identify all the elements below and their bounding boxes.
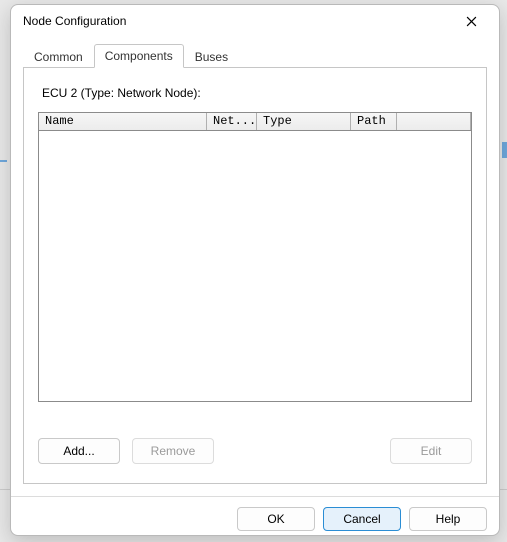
components-grid[interactable]: Name Net... Type Path bbox=[38, 112, 472, 402]
tab-common[interactable]: Common bbox=[23, 45, 94, 68]
close-icon bbox=[466, 16, 477, 27]
dialog-button-bar: OK Cancel Help bbox=[11, 496, 499, 535]
cancel-button[interactable]: Cancel bbox=[323, 507, 401, 531]
help-button[interactable]: Help bbox=[409, 507, 487, 531]
remove-button: Remove bbox=[132, 438, 214, 464]
ok-button[interactable]: OK bbox=[237, 507, 315, 531]
window-title: Node Configuration bbox=[23, 14, 453, 28]
grid-header: Name Net... Type Path bbox=[39, 113, 471, 131]
dialog-window: Node Configuration Common Components Bus… bbox=[10, 4, 500, 536]
column-header-name[interactable]: Name bbox=[39, 113, 207, 130]
tabstrip: Common Components Buses bbox=[23, 43, 487, 67]
close-button[interactable] bbox=[453, 7, 489, 35]
tab-buses[interactable]: Buses bbox=[184, 45, 239, 68]
column-header-net[interactable]: Net... bbox=[207, 113, 257, 130]
panel-button-row: Add... Remove Edit bbox=[38, 438, 472, 464]
grid-body[interactable] bbox=[39, 131, 471, 401]
client-area: Common Components Buses ECU 2 (Type: Net… bbox=[11, 37, 499, 496]
edit-button: Edit bbox=[390, 438, 472, 464]
tab-components[interactable]: Components bbox=[94, 44, 184, 68]
column-header-fill bbox=[397, 113, 471, 130]
ecu-label: ECU 2 (Type: Network Node): bbox=[42, 86, 472, 100]
titlebar: Node Configuration bbox=[11, 5, 499, 37]
tab-panel-components: ECU 2 (Type: Network Node): Name Net... … bbox=[23, 67, 487, 484]
column-header-path[interactable]: Path bbox=[351, 113, 397, 130]
add-button[interactable]: Add... bbox=[38, 438, 120, 464]
column-header-type[interactable]: Type bbox=[257, 113, 351, 130]
